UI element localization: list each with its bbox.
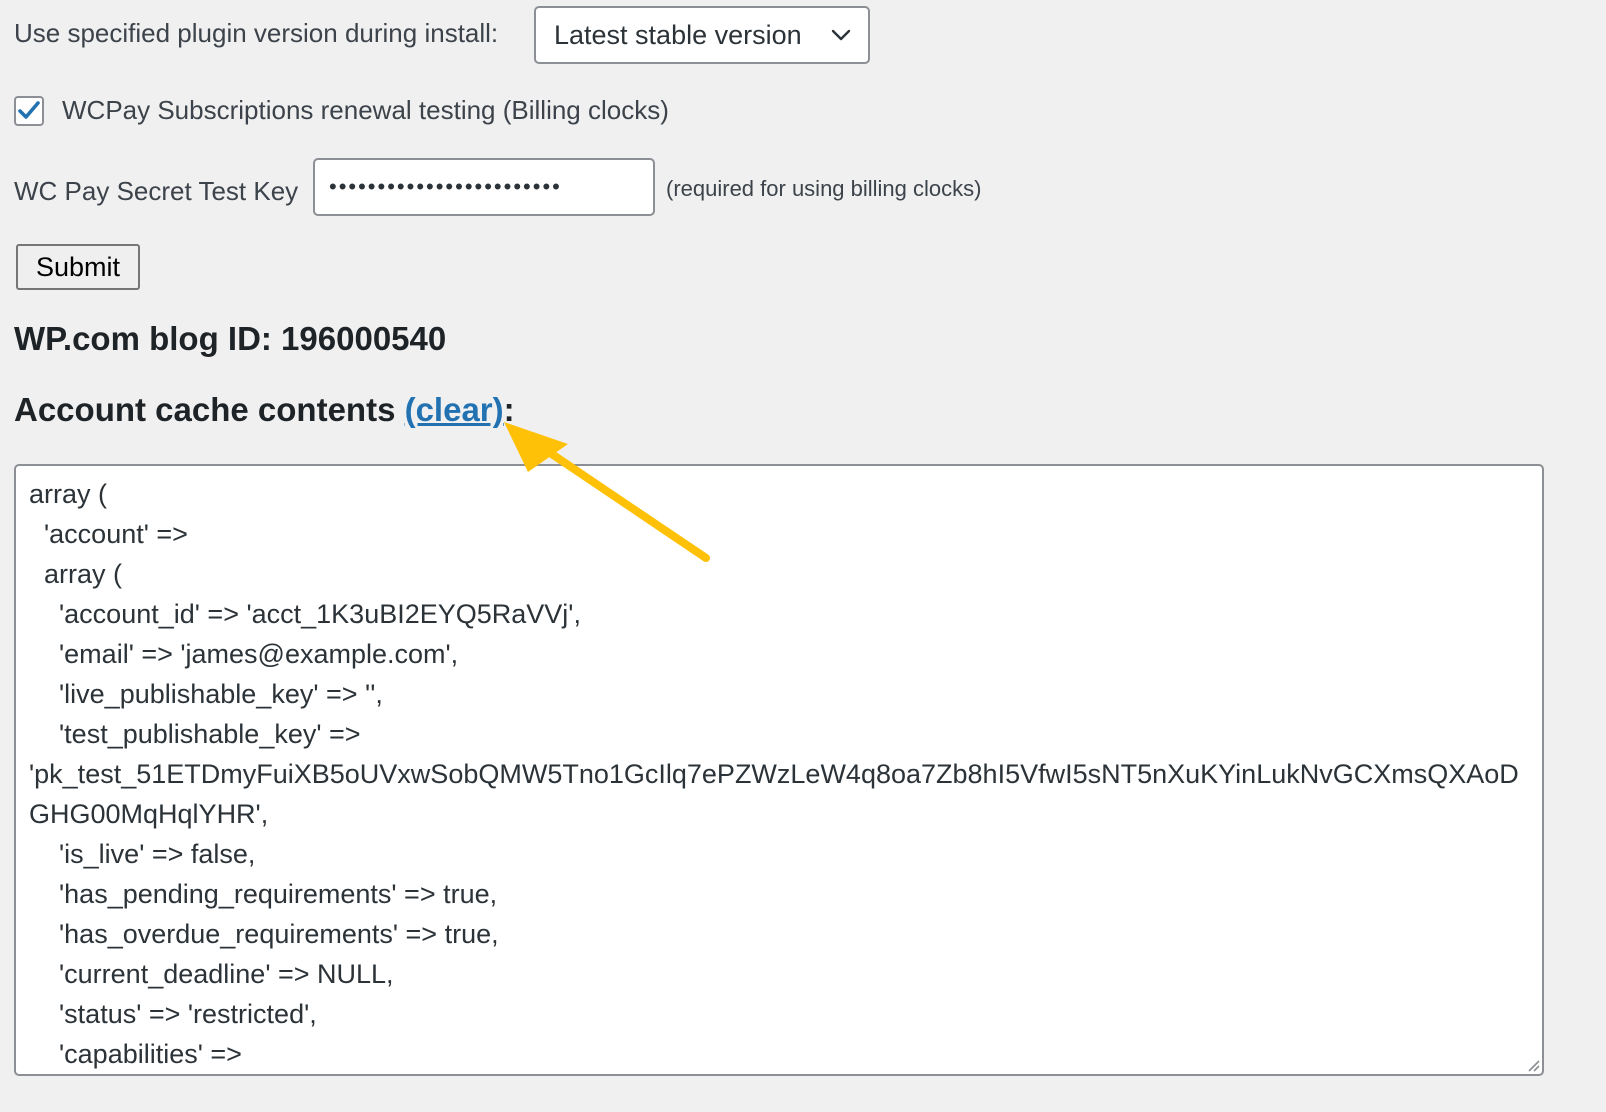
billing-clocks-row: WCPay Subscriptions renewal testing (Bil… xyxy=(62,95,669,126)
billing-clocks-label[interactable]: WCPay Subscriptions renewal testing (Bil… xyxy=(62,95,669,126)
account-cache-heading-text: Account cache contents xyxy=(14,391,405,428)
secret-key-hint: (required for using billing clocks) xyxy=(666,176,982,201)
secret-key-row: WC Pay Secret Test Key xyxy=(14,176,298,207)
blog-id-heading: WP.com blog ID: 196000540 xyxy=(14,320,447,357)
clear-cache-link[interactable]: (clear) xyxy=(405,391,504,428)
chevron-down-icon xyxy=(830,24,852,46)
secret-key-input[interactable]: •••••••••••••••••••••••• xyxy=(313,158,655,216)
plugin-version-row: Use specified plugin version during inst… xyxy=(14,18,498,49)
billing-clocks-checkbox[interactable] xyxy=(14,96,44,126)
wcpay-dev-settings-page: Use specified plugin version during inst… xyxy=(0,0,1606,1112)
account-cache-heading: Account cache contents (clear): xyxy=(14,391,515,429)
account-cache-textarea[interactable]: array ( 'account' => array ( 'account_id… xyxy=(14,464,1544,1076)
resize-grip-icon[interactable] xyxy=(1524,1056,1540,1072)
plugin-version-selected: Latest stable version xyxy=(554,19,802,50)
submit-button[interactable]: Submit xyxy=(16,244,140,290)
account-cache-contents: array ( 'account' => array ( 'account_id… xyxy=(29,479,1519,1069)
secret-key-label: WC Pay Secret Test Key xyxy=(14,176,299,206)
account-cache-heading-colon: : xyxy=(503,391,515,428)
plugin-version-label: Use specified plugin version during inst… xyxy=(14,18,499,48)
checkmark-icon xyxy=(18,101,40,119)
plugin-version-select[interactable]: Latest stable version xyxy=(534,6,870,64)
